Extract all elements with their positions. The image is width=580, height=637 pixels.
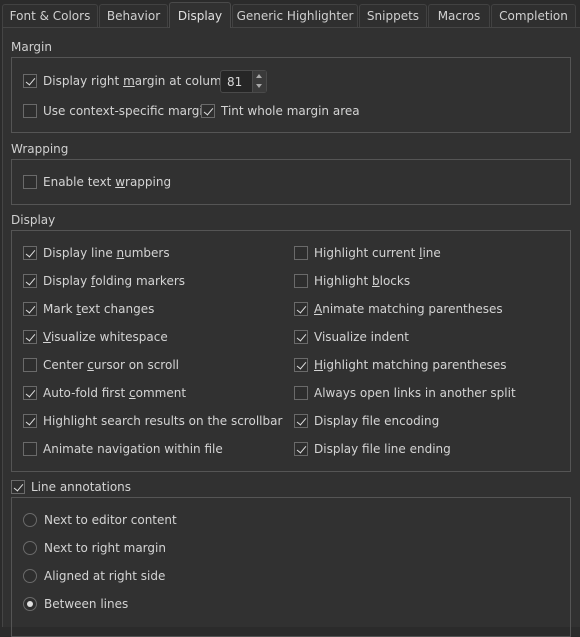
- context-specific-margin-checkbox[interactable]: Use context-specific margin: [23, 104, 210, 118]
- checkbox-label: Animate matching parentheses: [314, 302, 503, 316]
- checkbox-label: Auto-fold first comment: [43, 386, 187, 400]
- checkbox-label: Display folding markers: [43, 274, 186, 288]
- checkbox-label: Animate navigation within file: [43, 442, 223, 456]
- checkbox-unchecked-icon: [23, 358, 37, 372]
- display-option-checkbox[interactable]: Always open links in another split: [294, 386, 516, 400]
- annotation-radio-option[interactable]: Next to right margin: [23, 541, 166, 555]
- checkbox-unchecked-icon: [294, 386, 308, 400]
- display-option-checkbox[interactable]: Highlight current line: [294, 246, 441, 260]
- checkbox-unchecked-icon: [23, 442, 37, 456]
- checkbox-checked-icon: [23, 330, 37, 344]
- checkbox-checked-icon: [23, 386, 37, 400]
- display-option-checkbox[interactable]: Highlight search results on the scrollba…: [23, 414, 282, 428]
- display-option-checkbox[interactable]: Display file encoding: [294, 414, 439, 428]
- spin-buttons: [252, 71, 266, 92]
- checkbox-label: Tint whole margin area: [221, 104, 360, 118]
- display-option-checkbox[interactable]: Animate navigation within file: [23, 442, 223, 456]
- display-section-title: Display: [11, 213, 56, 227]
- display-option-checkbox[interactable]: Display file line ending: [294, 442, 451, 456]
- checkbox-checked-icon: [23, 74, 37, 88]
- annotation-radio-option[interactable]: Next to editor content: [23, 513, 177, 527]
- checkbox-label: Highlight search results on the scrollba…: [43, 414, 283, 428]
- enable-text-wrapping-checkbox[interactable]: Enable text wrapping: [23, 175, 171, 189]
- checkbox-checked-icon: [294, 330, 308, 344]
- checkbox-label: Display line numbers: [43, 246, 170, 260]
- margin-column-value[interactable]: 81: [227, 75, 242, 89]
- checkbox-checked-icon: [23, 274, 37, 288]
- margin-column-spinbox[interactable]: 81: [220, 70, 267, 93]
- display-group: [11, 230, 571, 472]
- annotation-radio-option[interactable]: Between lines: [23, 597, 128, 611]
- checkbox-unchecked-icon: [23, 175, 37, 189]
- annotation-radio-option[interactable]: Aligned at right side: [23, 569, 165, 583]
- checkbox-checked-icon: [23, 302, 37, 316]
- margin-group: [11, 57, 571, 133]
- tab-completion[interactable]: Completion: [491, 4, 576, 27]
- spin-down-icon[interactable]: [256, 84, 262, 88]
- radio-unselected-icon: [23, 513, 37, 527]
- checkbox-checked-icon: [11, 480, 25, 494]
- spin-up-icon[interactable]: [256, 74, 262, 78]
- checkbox-unchecked-icon: [23, 104, 37, 118]
- checkbox-label: Center cursor on scroll: [43, 358, 179, 372]
- checkbox-label: Visualize whitespace: [43, 330, 168, 344]
- checkbox-label: Highlight current line: [314, 246, 441, 260]
- checkbox-checked-icon: [294, 442, 308, 456]
- checkbox-checked-icon: [23, 246, 37, 260]
- radio-label: Next to right margin: [44, 541, 166, 555]
- display-option-checkbox[interactable]: Display folding markers: [23, 274, 185, 288]
- tint-whole-margin-checkbox[interactable]: Tint whole margin area: [201, 104, 360, 118]
- checkbox-label: Highlight blocks: [314, 274, 411, 288]
- tab-macros[interactable]: Macros: [428, 4, 490, 27]
- checkbox-label: Enable text wrapping: [43, 175, 172, 189]
- radio-label: Between lines: [44, 597, 129, 611]
- display-option-checkbox[interactable]: Visualize indent: [294, 330, 409, 344]
- tab-behavior[interactable]: Behavior: [99, 4, 168, 27]
- checkbox-unchecked-icon: [294, 274, 308, 288]
- checkbox-label: Display file encoding: [314, 414, 440, 428]
- checkbox-label: Use context-specific margin: [43, 104, 211, 118]
- checkbox-label: Line annotations: [31, 480, 132, 494]
- line-annotations-checkbox[interactable]: Line annotations: [11, 480, 131, 494]
- display-option-checkbox[interactable]: Highlight matching parentheses: [294, 358, 507, 372]
- checkbox-checked-icon: [23, 414, 37, 428]
- display-option-checkbox[interactable]: Animate matching parentheses: [294, 302, 503, 316]
- display-option-checkbox[interactable]: Mark text changes: [23, 302, 154, 316]
- wrapping-section-title: Wrapping: [11, 142, 69, 156]
- display-option-checkbox[interactable]: Center cursor on scroll: [23, 358, 179, 372]
- radio-selected-icon: [23, 597, 37, 611]
- checkbox-label: Visualize indent: [314, 330, 409, 344]
- checkbox-checked-icon: [201, 104, 215, 118]
- checkbox-checked-icon: [294, 358, 308, 372]
- checkbox-label: Display file line ending: [314, 442, 451, 456]
- checkbox-checked-icon: [294, 414, 308, 428]
- radio-unselected-icon: [23, 541, 37, 555]
- radio-unselected-icon: [23, 569, 37, 583]
- display-option-checkbox[interactable]: Display line numbers: [23, 246, 170, 260]
- display-option-checkbox[interactable]: Auto-fold first comment: [23, 386, 186, 400]
- tab-snippets[interactable]: Snippets: [359, 4, 427, 27]
- tab-bar: Font & Colors Behavior Display Generic H…: [0, 0, 580, 28]
- tab-font-colors[interactable]: Font & Colors: [2, 4, 98, 27]
- display-right-margin-checkbox[interactable]: Display right margin at column:: [23, 74, 233, 88]
- tab-generic-highlighter[interactable]: Generic Highlighter: [232, 4, 358, 27]
- checkbox-checked-icon: [294, 302, 308, 316]
- checkbox-label: Mark text changes: [43, 302, 155, 316]
- radio-label: Next to editor content: [44, 513, 177, 527]
- tab-display[interactable]: Display: [169, 2, 231, 28]
- radio-label: Aligned at right side: [44, 569, 166, 583]
- checkbox-label: Always open links in another split: [314, 386, 516, 400]
- margin-section-title: Margin: [11, 40, 52, 54]
- checkbox-unchecked-icon: [294, 246, 308, 260]
- display-option-checkbox[interactable]: Visualize whitespace: [23, 330, 168, 344]
- checkbox-label: Highlight matching parentheses: [314, 358, 507, 372]
- checkbox-label: Display right margin at column:: [43, 74, 234, 88]
- display-option-checkbox[interactable]: Highlight blocks: [294, 274, 410, 288]
